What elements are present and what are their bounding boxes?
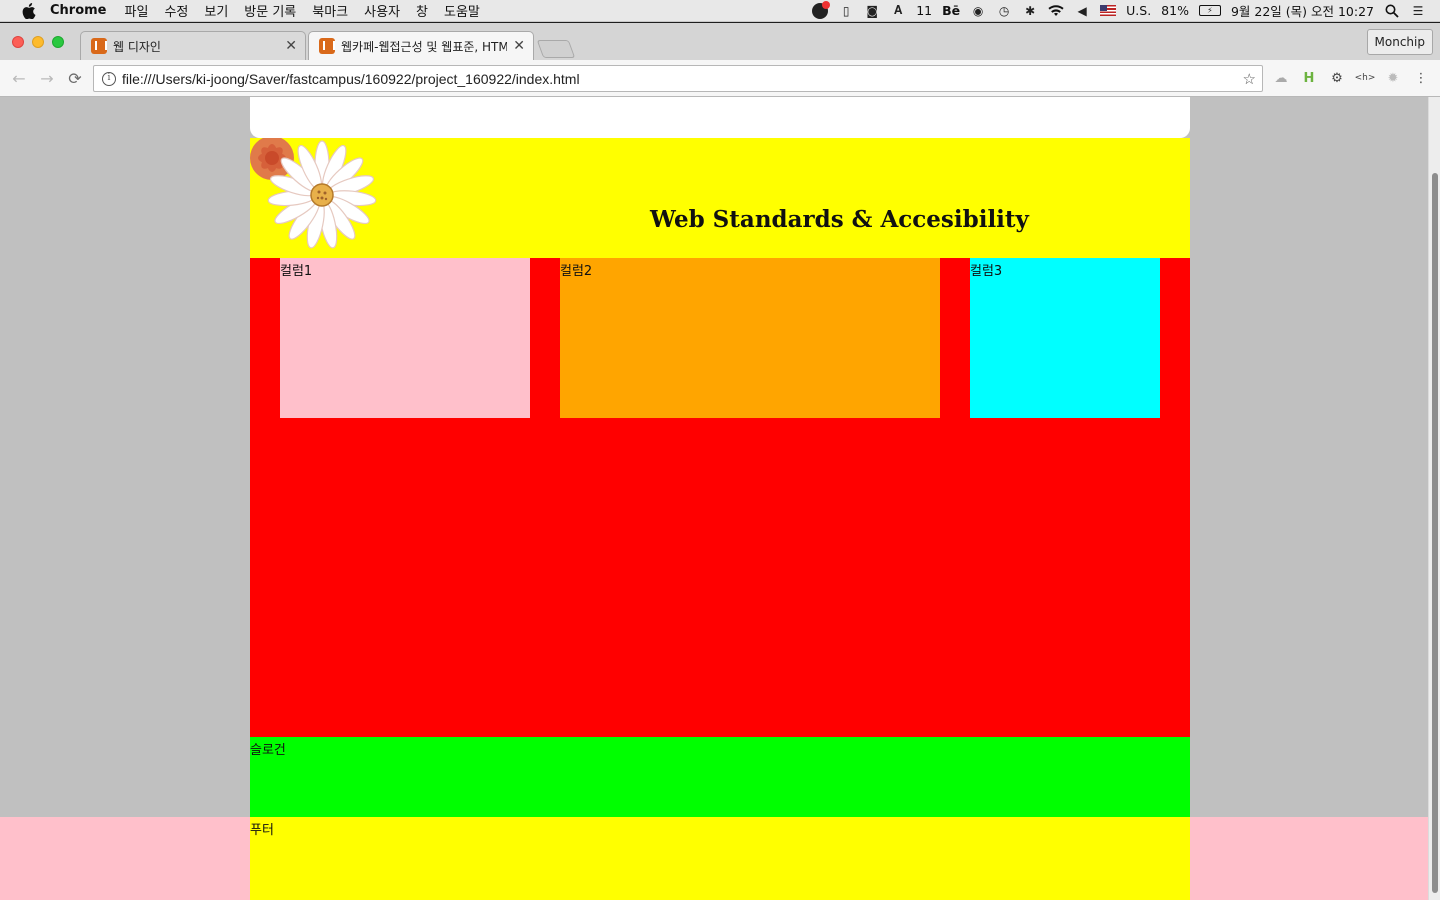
notification-center-icon[interactable]: ☰ (1410, 4, 1426, 18)
html-tag-extension-icon[interactable]: <h> (1355, 69, 1376, 87)
column-1: 컬럼1 (280, 258, 530, 418)
menu-help[interactable]: 도움말 (444, 1, 480, 20)
extension-icons: ☁ H ⚙ <h> ✹ ⋮ (1272, 69, 1430, 87)
reload-icon[interactable]: ⟳ (64, 67, 86, 89)
input-source-label[interactable]: U.S. (1126, 3, 1151, 18)
tab-webcafe-accessibility[interactable]: 웹카페-웹접근성 및 웹표준, HTML5 ✕ (308, 31, 534, 60)
content-area: 컬럼1 컬럼2 컬럼3 (250, 258, 1190, 737)
menu-edit[interactable]: 수정 (164, 1, 188, 20)
top-bar (250, 97, 1190, 138)
webcafe-favicon-icon (91, 38, 107, 54)
ladder-extension-icon[interactable]: H (1300, 69, 1318, 87)
column-3: 컬럼3 (970, 258, 1160, 418)
behance-icon[interactable]: Bē (942, 3, 960, 18)
webcafe-favicon-icon (319, 38, 335, 54)
wifi-icon[interactable] (1048, 4, 1064, 18)
page-viewport: Web Standards & Accesibility 컬럼1 컬럼2 컬럼3… (0, 97, 1440, 900)
menu-file[interactable]: 파일 (125, 1, 149, 20)
menu-bookmarks[interactable]: 북마크 (312, 1, 348, 20)
menu-window[interactable]: 창 (416, 1, 428, 20)
contacts-icon[interactable]: ◙ (864, 4, 880, 18)
tab-title: 웹 디자인 (113, 39, 161, 54)
tab-close-icon[interactable]: ✕ (285, 38, 297, 54)
tab-strip: 웹 디자인 ✕ 웹카페-웹접근성 및 웹표준, HTML5 ✕ Monchip (0, 23, 1440, 60)
tab-title: 웹카페-웹접근성 및 웹표준, HTML5 (341, 39, 508, 54)
puzzle-extension-icon[interactable]: ✹ (1384, 69, 1402, 87)
app-name-menu[interactable]: Chrome (50, 3, 107, 18)
info-icon[interactable]: i (102, 71, 116, 86)
new-tab-button[interactable] (536, 40, 576, 58)
back-arrow-icon[interactable]: ← (8, 67, 30, 89)
page-wrapper: Web Standards & Accesibility 컬럼1 컬럼2 컬럼3… (250, 97, 1190, 900)
forward-arrow-icon[interactable]: → (36, 67, 58, 89)
adobe-icon[interactable]: 𝐀 (890, 3, 906, 18)
daisy-logo-icon (250, 138, 377, 249)
chrome-menu-icon[interactable]: ⋮ (1412, 69, 1430, 87)
bluetooth-icon[interactable]: ✱ (1022, 4, 1038, 18)
apple-menu-icon[interactable] (20, 2, 38, 19)
vertical-scrollbar[interactable] (1428, 97, 1440, 900)
menubar-status-area: ▯ ◙ 𝐀 11 Bē ◉ ◷ ✱ ◀ U.S. 81% ⚡ 9월 22일 (목… (812, 0, 1440, 20)
maximize-window-button[interactable] (52, 36, 64, 48)
spotlight-search-icon[interactable] (1384, 4, 1400, 18)
browser-window: 웹 디자인 ✕ 웹카페-웹접근성 및 웹표준, HTML5 ✕ Monchip … (0, 23, 1440, 900)
window-controls (12, 36, 64, 48)
tab-close-icon[interactable]: ✕ (513, 38, 525, 54)
battery-percent: 81% (1161, 3, 1189, 18)
menu-people[interactable]: 사용자 (364, 1, 400, 20)
address-bar[interactable]: i file:///Users/ki-joong/Saver/fastcampu… (93, 65, 1263, 92)
clock[interactable]: 9월 22일 (목) 오전 10:27 (1231, 1, 1374, 20)
battery-charging-icon[interactable]: ⚡ (1198, 5, 1221, 16)
menu-history[interactable]: 방문 기록 (244, 1, 296, 20)
time-machine-icon[interactable]: ◷ (996, 4, 1012, 18)
macos-menu-bar: Chrome 파일 수정 보기 방문 기록 북마크 사용자 창 도움말 ▯ ◙ … (0, 0, 1440, 22)
tab-web-design[interactable]: 웹 디자인 ✕ (80, 31, 306, 60)
adobe-count: 11 (916, 3, 933, 18)
minimize-window-button[interactable] (32, 36, 44, 48)
camera-icon[interactable]: ◉ (970, 4, 986, 18)
profile-button[interactable]: Monchip (1366, 29, 1433, 55)
us-flag-icon[interactable] (1100, 5, 1117, 16)
scrollbar-thumb[interactable] (1432, 173, 1438, 893)
screen-record-icon[interactable] (812, 0, 831, 19)
column-2: 컬럼2 (560, 258, 940, 418)
slogan-section: 슬로건 (250, 737, 1190, 817)
url-text[interactable]: file:///Users/ki-joong/Saver/fastcampus/… (122, 71, 1243, 87)
bookmark-star-icon[interactable]: ☆ (1243, 70, 1256, 88)
volume-icon[interactable]: ◀ (1074, 4, 1090, 18)
cloud-extension-icon[interactable]: ☁ (1272, 69, 1290, 87)
footer: 푸터 (250, 817, 1190, 900)
settings-gear-icon[interactable]: ⚙ (1328, 69, 1346, 87)
site-title: Web Standards & Accesibility (650, 206, 1029, 233)
header: Web Standards & Accesibility (250, 138, 1190, 258)
browser-toolbar: ← → ⟳ i file:///Users/ki-joong/Saver/fas… (0, 60, 1440, 97)
close-window-button[interactable] (12, 36, 24, 48)
notes-icon[interactable]: ▯ (838, 4, 854, 18)
menu-view[interactable]: 보기 (204, 1, 228, 20)
